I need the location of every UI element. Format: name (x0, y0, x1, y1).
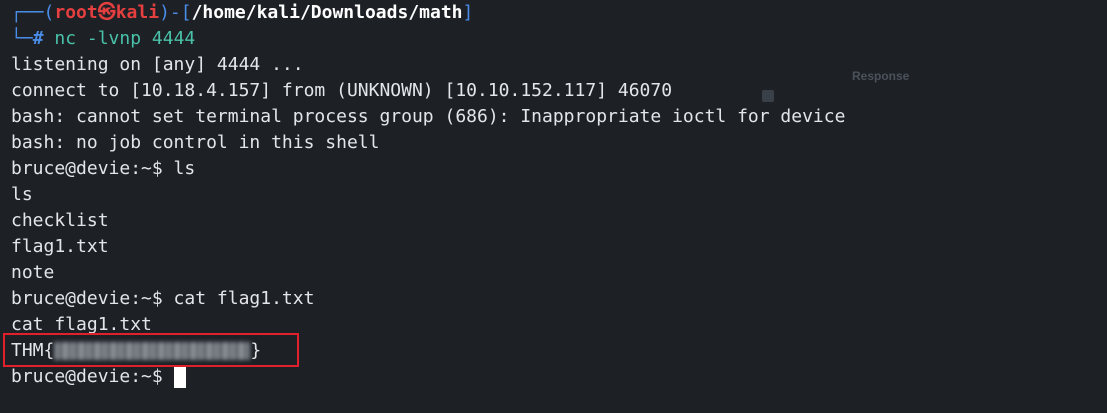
output-line: ls (11, 184, 33, 205)
prompt-line-top: ┌──(root㉿kali)-[/home/kali/Downloads/mat… (11, 2, 474, 23)
ghost-response-label: Response (852, 69, 910, 83)
output-line: bash: cannot set terminal process group … (11, 106, 846, 127)
output-line: connect to [10.18.4.157] from (UNKNOWN) … (11, 80, 673, 101)
output-line: flag1.txt (11, 236, 109, 257)
ghost-square-icon (762, 90, 774, 102)
output-line: bruce@devie:~$ cat flag1.txt (11, 288, 315, 309)
output-line: bruce@devie:~$ ls (11, 158, 196, 179)
output-line: note (11, 262, 55, 283)
output-line: checklist (11, 210, 109, 231)
output-line: listening on [any] 4444 ... (11, 54, 304, 75)
prompt-line-command: └─# nc -lvnp 4444 (11, 28, 196, 49)
last-prompt: bruce@devie:~$ (11, 366, 174, 387)
text-cursor (173, 366, 186, 388)
output-line: bash: no job control in this shell (11, 132, 380, 153)
flag-highlight-box (3, 333, 299, 367)
terminal-window[interactable]: Response ┌──(root㉿kali)-[/home/kali/Down… (0, 0, 1107, 413)
current-prompt-line[interactable]: bruce@devie:~$ (11, 364, 186, 390)
